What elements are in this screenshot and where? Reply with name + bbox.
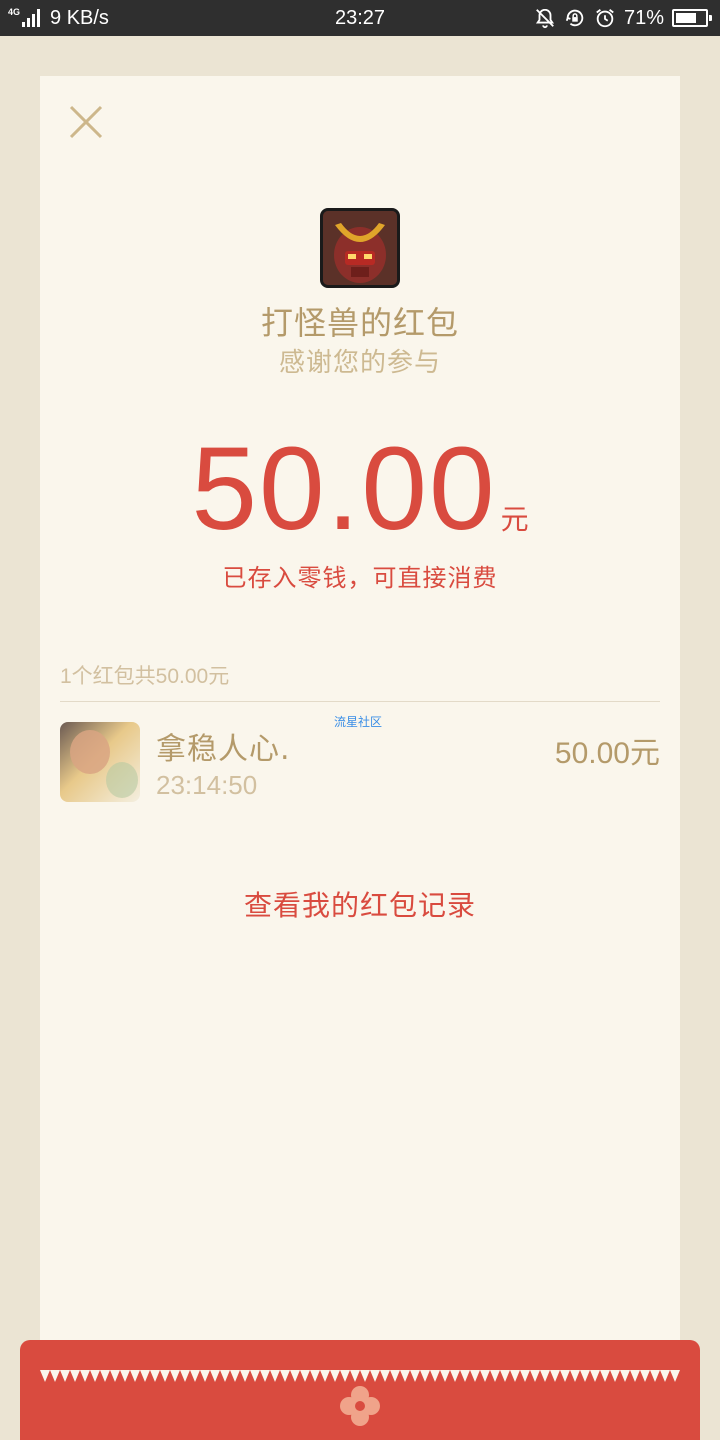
battery-icon xyxy=(672,9,712,27)
recipient-name: 拿稳人心. xyxy=(156,732,291,767)
envelope-title: 打怪兽的红包 xyxy=(260,304,459,342)
recipient-avatar xyxy=(60,722,140,802)
recipient-amount: 50.00元 xyxy=(554,737,660,770)
watermark: 流星社区 xyxy=(334,715,383,729)
amount-value: 50.00 xyxy=(191,423,497,555)
divider xyxy=(60,701,660,702)
amount-unit: 元 xyxy=(500,503,529,536)
battery-percent: 71% xyxy=(623,6,664,29)
flower-emblem-icon xyxy=(340,1386,380,1426)
battery-fill xyxy=(676,13,696,23)
envelope-subtitle: 感谢您的参与 xyxy=(278,348,441,378)
bell-off-icon xyxy=(535,8,555,29)
recipient-row[interactable]: 拿稳人心. 23:14:50 50.00元 xyxy=(60,722,660,804)
status-bar: 4G 9 KB/s 23:27 71% xyxy=(0,0,720,36)
rotation-lock-icon xyxy=(565,9,584,27)
view-records-link[interactable]: 查看我的红包记录 xyxy=(40,884,680,924)
amount-display: 50.00 元 xyxy=(40,430,680,548)
deposit-note: 已存入零钱，可直接消费 xyxy=(222,564,498,592)
envelope-summary: 1个红包共50.00元 xyxy=(60,665,230,688)
envelope-detail-card: 打怪兽的红包 感谢您的参与 50.00 元 已存入零钱，可直接消费 1个红包共50… xyxy=(40,76,680,1376)
sender-avatar xyxy=(320,208,400,288)
torn-edge xyxy=(40,1370,680,1382)
close-icon[interactable] xyxy=(68,104,104,140)
alarm-icon xyxy=(596,9,614,28)
status-right: 71% xyxy=(526,0,712,36)
recipient-time: 23:14:50 xyxy=(156,770,258,800)
